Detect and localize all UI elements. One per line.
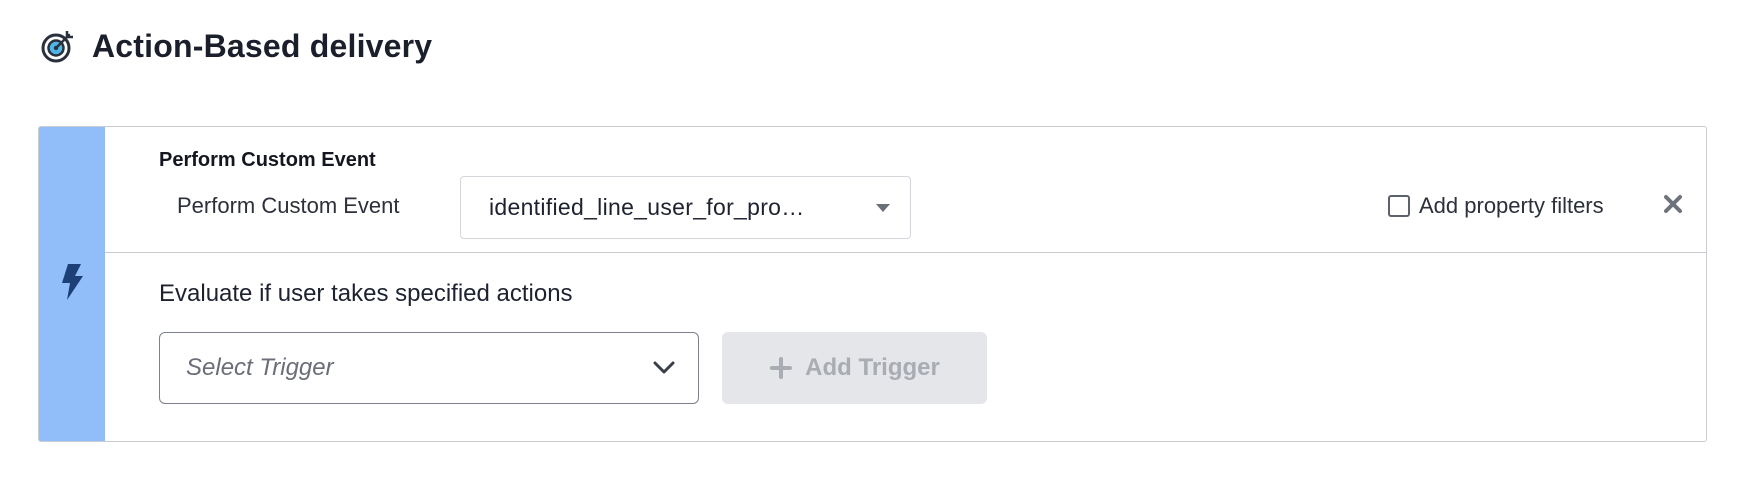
lightning-bolt-icon: [59, 263, 85, 305]
plus-icon: [769, 356, 793, 380]
trigger-panel: Perform Custom Event Perform Custom Even…: [38, 126, 1707, 442]
custom-event-value: identified_line_user_for_pro…: [489, 194, 805, 220]
close-icon: [1663, 194, 1683, 219]
evaluate-text: Evaluate if user takes specified actions: [159, 280, 573, 307]
page-title: Action-Based delivery: [92, 27, 433, 64]
custom-event-select[interactable]: identified_line_user_for_pro…: [460, 176, 911, 239]
add-trigger-label: Add Trigger: [805, 354, 940, 381]
select-trigger-dropdown[interactable]: Select Trigger: [159, 332, 699, 404]
property-filters-checkbox[interactable]: [1388, 195, 1410, 217]
chevron-down-icon: [652, 356, 676, 380]
custom-event-row: Perform Custom Event Perform Custom Even…: [105, 127, 1706, 253]
event-label: Perform Custom Event: [177, 193, 400, 218]
trigger-content: Perform Custom Event Perform Custom Even…: [105, 127, 1706, 441]
close-button[interactable]: [1660, 193, 1686, 219]
trigger-rail: [39, 127, 105, 441]
page-header: Action-Based delivery: [38, 22, 432, 70]
target-icon: [38, 26, 78, 66]
add-property-filters[interactable]: Add property filters: [1388, 193, 1604, 219]
evaluate-row: Evaluate if user takes specified actions…: [105, 253, 1706, 441]
property-filters-label: Add property filters: [1419, 193, 1604, 218]
add-trigger-button[interactable]: Add Trigger: [722, 332, 987, 404]
section-label: Perform Custom Event: [159, 149, 376, 171]
caret-down-icon: [876, 203, 890, 212]
select-trigger-placeholder: Select Trigger: [186, 354, 334, 381]
